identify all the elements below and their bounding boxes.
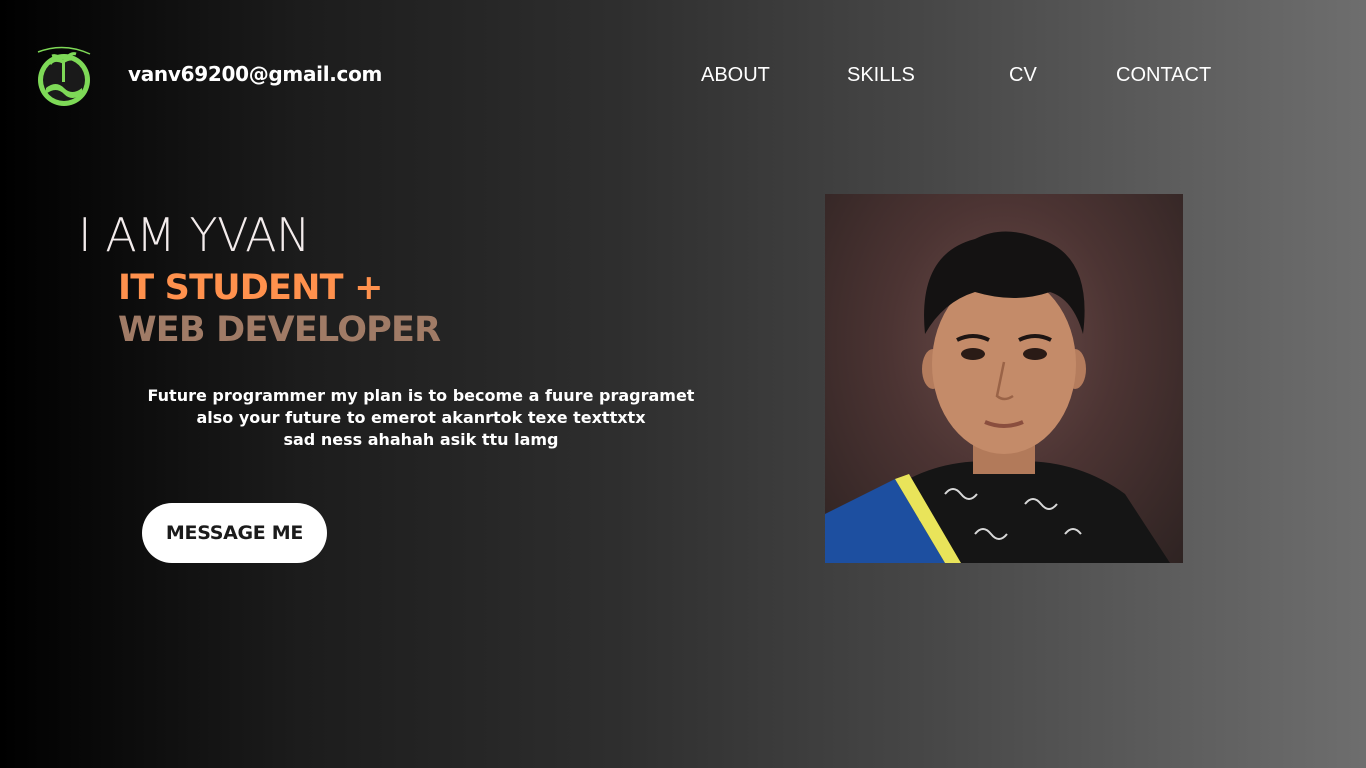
header-email[interactable]: vanv69200@gmail.com bbox=[128, 62, 382, 86]
hero-description-line: sad ness ahahah asik ttu lamg bbox=[283, 430, 559, 449]
hero-title: I AM YVAN bbox=[78, 208, 310, 262]
message-me-button[interactable]: MESSAGE ME bbox=[142, 503, 327, 563]
nav-contact[interactable]: CONTACT bbox=[1116, 64, 1211, 87]
hero-description-line: Future programmer my plan is to become a… bbox=[147, 386, 695, 405]
hero-role-line-2: WEB DEVELOPER bbox=[118, 310, 441, 350]
portrait-illustration bbox=[825, 231, 1170, 563]
hero-role-line-1: IT STUDENT + bbox=[118, 268, 383, 308]
hero-description-line: also your future to emerot akanrtok texe… bbox=[196, 408, 646, 427]
hero-description: Future programmer my plan is to become a… bbox=[120, 385, 722, 451]
portrait-photo bbox=[825, 194, 1183, 563]
nav-skills[interactable]: SKILLS bbox=[847, 64, 915, 87]
logo-emblem-icon bbox=[37, 46, 91, 106]
logo bbox=[32, 44, 96, 110]
nav-cv[interactable]: CV bbox=[1009, 64, 1037, 87]
nav-about[interactable]: ABOUT bbox=[701, 64, 770, 87]
